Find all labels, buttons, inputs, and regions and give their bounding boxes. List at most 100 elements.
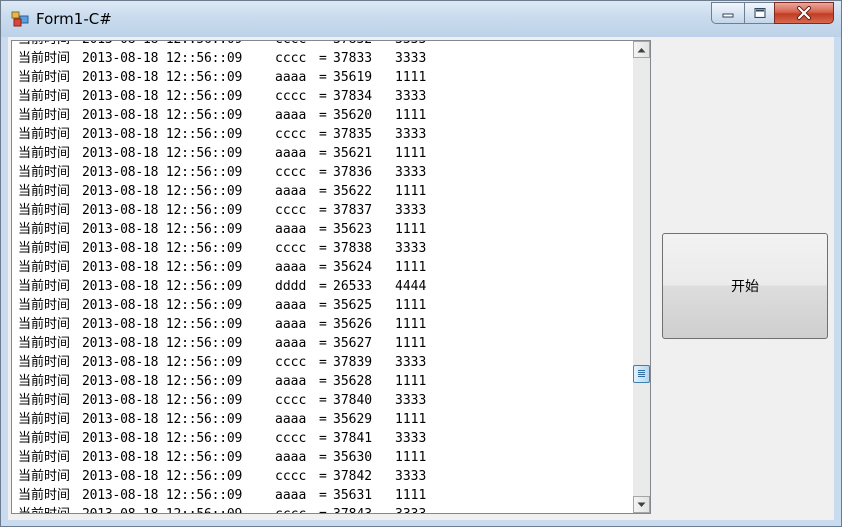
line-label: 当前时间 (18, 505, 82, 513)
line-label: 当前时间 (18, 279, 71, 294)
line-value: 37834 (333, 89, 373, 104)
scroll-up-button[interactable] (633, 41, 650, 58)
line-timestamp: 2013-08-18 12::56::09 (82, 469, 243, 484)
line-equals: = (319, 431, 327, 446)
line-label: 当前时间 (18, 184, 71, 199)
line-code: 1111 (395, 336, 427, 351)
line-value: 35626 (333, 317, 373, 332)
line-value: 37841 (333, 431, 373, 446)
title-bar[interactable]: Form1-C# (1, 1, 841, 37)
line-variable: cccc (275, 431, 307, 446)
line-value: 35624 (333, 260, 373, 275)
line-equals: = (319, 469, 327, 484)
line-code: 3333 (395, 89, 427, 104)
line-equals: = (319, 412, 327, 427)
log-line[interactable]: 当前时间 2013-08-18 12::56::09 aaaa = 35623 1111 (18, 220, 435, 239)
line-equals: = (319, 260, 327, 275)
line-timestamp: 2013-08-18 12::56::09 (82, 127, 243, 142)
vertical-scrollbar[interactable] (633, 41, 650, 513)
log-line[interactable]: 当前时间 2013-08-18 12::56::09 aaaa = 35619 1111 (18, 68, 435, 87)
start-button[interactable]: 开始 (662, 233, 828, 339)
minimize-button[interactable] (711, 2, 744, 24)
line-timestamp: 2013-08-18 12::56::09 (82, 108, 243, 123)
line-equals: = (319, 241, 327, 256)
log-line[interactable]: 当前时间 2013-08-18 12::56::09 aaaa = 35630 1111 (18, 448, 435, 467)
line-label: 当前时间 (18, 488, 71, 503)
line-value: 35625 (333, 298, 373, 313)
line-label: 当前时间 (18, 70, 71, 85)
line-code: 1111 (395, 70, 427, 85)
line-timestamp: 2013-08-18 12::56::09 (82, 298, 243, 313)
line-label: 当前时间 (18, 203, 71, 218)
line-label: 当前时间 (18, 393, 71, 408)
log-line[interactable]: 当前时间 2013-08-18 12::56::09 aaaa = 35627 1111 (18, 334, 435, 353)
line-variable: aaaa (275, 108, 307, 123)
log-line[interactable]: 当前时间 2013-08-18 12::56::09 cccc = 37835 3333 (18, 125, 435, 144)
line-value: 37838 (333, 241, 373, 256)
line-code: 4444 (395, 279, 427, 294)
log-line[interactable]: 当前时间 2013-08-18 12::56::09 cccc = 37836 3333 (18, 163, 435, 182)
log-line[interactable]: 当前时间 2013-08-18 12::56::09 cccc = 37840 3333 (18, 391, 435, 410)
log-line[interactable]: 当前时间 2013-08-18 12::56::09 aaaa = 35628 1111 (18, 372, 435, 391)
close-icon (797, 6, 811, 20)
line-value: 35621 (333, 146, 373, 161)
log-line[interactable]: 当前时间 2013-08-18 12::56::09 aaaa = 35626 1111 (18, 315, 435, 334)
log-line[interactable]: 当前时间 2013-08-18 12::56::09 cccc = 37842 3333 (18, 467, 435, 486)
line-variable: aaaa (275, 412, 307, 427)
close-button[interactable] (774, 2, 834, 24)
log-line-partial[interactable]: 当前时间2013-08-18 12::56::09cccc=378323333 (18, 41, 435, 49)
log-line[interactable]: 当前时间 2013-08-18 12::56::09 aaaa = 35620 1111 (18, 106, 435, 125)
line-variable: aaaa (275, 260, 307, 275)
line-timestamp: 2013-08-18 12::56::09 (82, 374, 243, 389)
line-equals: = (319, 89, 327, 104)
log-line[interactable]: 当前时间 2013-08-18 12::56::09 aaaa = 35622 1111 (18, 182, 435, 201)
caption-buttons (711, 2, 834, 26)
scroll-down-button[interactable] (633, 496, 650, 513)
line-equals: = (319, 488, 327, 503)
line-equals: = (319, 279, 327, 294)
line-label: 当前时间 (18, 222, 71, 237)
scroll-thumb[interactable] (633, 364, 650, 383)
log-line[interactable]: 当前时间 2013-08-18 12::56::09 aaaa = 35624 1111 (18, 258, 435, 277)
line-variable: aaaa (275, 450, 307, 465)
log-line[interactable]: 当前时间 2013-08-18 12::56::09 cccc = 37841 3333 (18, 429, 435, 448)
line-value: 37843 (333, 505, 395, 513)
line-timestamp: 2013-08-18 12::56::09 (82, 260, 243, 275)
log-line[interactable]: 当前时间 2013-08-18 12::56::09 cccc = 37839 3333 (18, 353, 435, 372)
log-line[interactable]: 当前时间 2013-08-18 12::56::09 cccc = 37833 3333 (18, 49, 435, 68)
log-line[interactable]: 当前时间 2013-08-18 12::56::09 aaaa = 35631 1111 (18, 486, 435, 505)
line-equals: = (319, 146, 327, 161)
maximize-button[interactable] (744, 2, 774, 24)
line-equals: = (319, 51, 327, 66)
line-equals: = (319, 450, 327, 465)
line-variable: aaaa (275, 184, 307, 199)
line-equals: = (319, 222, 327, 237)
line-equals: = (319, 41, 333, 49)
line-label: 当前时间 (18, 336, 71, 351)
log-line[interactable]: 当前时间 2013-08-18 12::56::09 cccc = 37838 3333 (18, 239, 435, 258)
line-equals: = (319, 203, 327, 218)
line-value: 35623 (333, 222, 373, 237)
line-value: 37840 (333, 393, 373, 408)
line-timestamp: 2013-08-18 12::56::09 (82, 279, 243, 294)
log-line[interactable]: 当前时间 2013-08-18 12::56::09 aaaa = 35621 1111 (18, 144, 435, 163)
line-code: 3333 (395, 203, 427, 218)
log-line-partial[interactable]: 当前时间2013-08-18 12::56::09cccc=378433333 (18, 505, 435, 513)
line-value: 37835 (333, 127, 373, 142)
line-timestamp: 2013-08-18 12::56::09 (82, 70, 243, 85)
log-listbox[interactable]: 当前时间2013-08-18 12::56::09cccc=378323333当… (11, 40, 651, 514)
log-line[interactable]: 当前时间 2013-08-18 12::56::09 aaaa = 35625 1111 (18, 296, 435, 315)
log-line[interactable]: 当前时间 2013-08-18 12::56::09 aaaa = 35629 1111 (18, 410, 435, 429)
line-equals: = (319, 393, 327, 408)
log-line[interactable]: 当前时间 2013-08-18 12::56::09 cccc = 37834 3333 (18, 87, 435, 106)
line-label: 当前时间 (18, 450, 71, 465)
line-code: 1111 (395, 146, 427, 161)
line-equals: = (319, 70, 327, 85)
window-title: Form1-C# (36, 10, 112, 28)
log-line[interactable]: 当前时间 2013-08-18 12::56::09 dddd = 26533 4444 (18, 277, 435, 296)
line-variable: aaaa (275, 70, 307, 85)
line-code: 3333 (395, 41, 435, 49)
line-label: 当前时间 (18, 241, 71, 256)
line-variable: cccc (275, 89, 307, 104)
log-line[interactable]: 当前时间 2013-08-18 12::56::09 cccc = 37837 3333 (18, 201, 435, 220)
